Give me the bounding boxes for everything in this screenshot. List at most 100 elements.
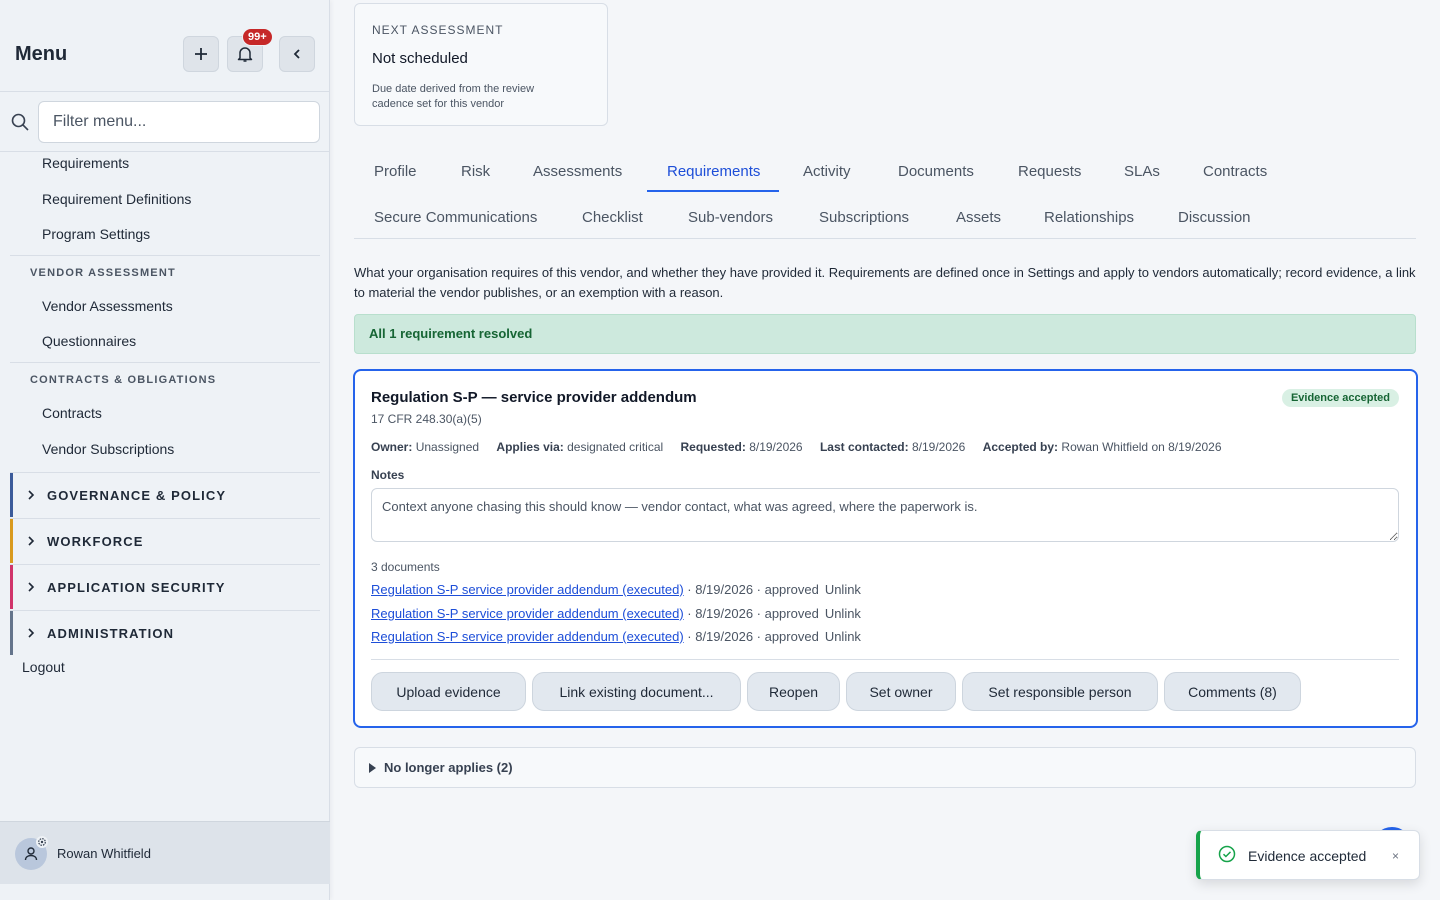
unlink-button[interactable]: Unlink [825, 606, 861, 621]
document-row: Regulation S-P service provider addendum… [371, 606, 861, 621]
document-row: Regulation S-P service provider addendum… [371, 629, 861, 644]
user-bar[interactable]: Rowan Whitfield [0, 821, 330, 884]
tab-profile[interactable]: Profile [374, 163, 417, 180]
divider [10, 255, 320, 256]
applies-label: Applies via: [496, 440, 564, 454]
document-row: Regulation S-P service provider addendum… [371, 582, 861, 597]
section-contracts-obligations: CONTRACTS & OBLIGATIONS [30, 374, 217, 386]
status-badge: Evidence accepted [1281, 389, 1399, 407]
no-longer-applies-label: No longer applies (2) [384, 760, 513, 775]
group-label: GOVERNANCE & POLICY [47, 487, 227, 503]
requirement-citation: 17 CFR 248.30(a)(5) [371, 412, 482, 426]
tab-discussion[interactable]: Discussion [1178, 209, 1251, 226]
document-link[interactable]: Regulation S-P service provider addendum… [371, 629, 684, 644]
tab-assets[interactable]: Assets [956, 209, 1001, 226]
add-button[interactable] [183, 36, 219, 72]
toast-message: Evidence accepted [1248, 848, 1367, 864]
notes-textarea[interactable] [371, 488, 1399, 542]
set-responsible-person-button[interactable]: Set responsible person [962, 672, 1158, 711]
search-icon [11, 113, 29, 131]
tab-secure-communications[interactable]: Secure Communications [374, 209, 537, 226]
accepted-value: Rowan Whitfield on 8/19/2026 [1061, 440, 1222, 454]
user-name: Rowan Whitfield [57, 846, 151, 861]
unlink-button[interactable]: Unlink [825, 582, 861, 597]
notes-label: Notes [371, 468, 405, 482]
plus-icon [195, 48, 207, 60]
document-link[interactable]: Regulation S-P service provider addendum… [371, 582, 684, 597]
group-label: ADMINISTRATION [47, 625, 175, 641]
comments-button[interactable]: Comments (8) [1164, 672, 1301, 711]
documents-count: 3 documents [371, 560, 440, 574]
menu-filter [0, 92, 330, 152]
requirement-meta: Owner: Unassigned Applies via: designate… [371, 440, 1236, 454]
sidebar-title: Menu [15, 43, 68, 65]
tab-sub-vendors[interactable]: Sub-vendors [688, 209, 773, 226]
bell-icon [237, 47, 253, 62]
contacted-value: 8/19/2026 [911, 440, 966, 454]
section-vendor-assessment: VENDOR ASSESSMENT [30, 267, 176, 279]
close-icon[interactable]: × [1392, 849, 1399, 863]
owner-label: Owner: [371, 440, 413, 454]
set-owner-button[interactable]: Set owner [846, 672, 956, 711]
tab-requirements[interactable]: Requirements [667, 163, 760, 180]
document-link[interactable]: Regulation S-P service provider addendum… [371, 606, 684, 621]
tab-contracts[interactable]: Contracts [1203, 163, 1267, 180]
sidebar-item-program-settings[interactable]: Program Settings [42, 226, 150, 242]
sidebar-item-contracts[interactable]: Contracts [42, 405, 102, 421]
group-workforce[interactable]: WORKFORCE [10, 519, 320, 563]
document-info: · 8/19/2026 · approved [683, 606, 819, 621]
requirements-description: What your organisation requires of this … [354, 265, 1416, 300]
disclosure-triangle-icon [369, 763, 376, 773]
gear-icon [36, 836, 48, 848]
requirement-title: Regulation S-P — service provider addend… [371, 389, 697, 406]
document-info: · 8/19/2026 · approved [683, 629, 819, 644]
upload-evidence-button[interactable]: Upload evidence [371, 672, 526, 711]
collapse-sidebar-button[interactable] [279, 36, 315, 72]
requirement-card: Regulation S-P — service provider addend… [353, 369, 1418, 728]
group-label: APPLICATION SECURITY [47, 579, 226, 595]
tab-documents[interactable]: Documents [898, 163, 974, 180]
sidebar-item-questionnaires[interactable]: Questionnaires [42, 333, 136, 349]
next-assessment-card: NEXT ASSESSMENT Not scheduled Due date d… [354, 3, 608, 126]
no-longer-applies-toggle[interactable]: No longer applies (2) [354, 747, 1416, 788]
group-governance-policy[interactable]: GOVERNANCE & POLICY [10, 473, 320, 517]
next-assessment-note: Due date derived from the review cadence… [372, 83, 535, 110]
sidebar-item-requirement-definitions[interactable]: Requirement Definitions [42, 191, 191, 207]
resolved-banner-text: All 1 requirement resolved [369, 326, 533, 341]
chevron-right-icon [27, 582, 41, 592]
tab-activity[interactable]: Activity [803, 163, 851, 180]
sidebar-header: Menu 99+ [0, 0, 330, 92]
reopen-button[interactable]: Reopen [747, 672, 840, 711]
toast-notification: Evidence accepted × [1196, 830, 1420, 880]
divider [10, 362, 320, 363]
tabs-divider [354, 238, 1416, 239]
sidebar-item-vendor-subscriptions[interactable]: Vendor Subscriptions [42, 441, 174, 457]
divider [371, 659, 1399, 660]
chevron-left-icon [293, 49, 300, 59]
next-assessment-label: NEXT ASSESSMENT [372, 23, 504, 37]
tab-relationships[interactable]: Relationships [1044, 209, 1134, 226]
logout-link[interactable]: Logout [22, 659, 65, 675]
group-application-security[interactable]: APPLICATION SECURITY [10, 565, 320, 609]
tab-assessments[interactable]: Assessments [533, 163, 622, 180]
unlink-button[interactable]: Unlink [825, 629, 861, 644]
sidebar-item-vendor-assessments[interactable]: Vendor Assessments [42, 298, 173, 314]
tab-checklist[interactable]: Checklist [582, 209, 643, 226]
next-assessment-value: Not scheduled [372, 50, 468, 67]
requested-value: 8/19/2026 [749, 440, 803, 454]
tab-requests[interactable]: Requests [1018, 163, 1081, 180]
contacted-label: Last contacted: [819, 440, 909, 454]
sidebar-item-requirements[interactable]: Requirements [42, 155, 129, 171]
active-tab-indicator [647, 190, 779, 192]
tab-subscriptions[interactable]: Subscriptions [819, 209, 909, 226]
resolved-banner: All 1 requirement resolved [354, 314, 1416, 354]
tab-risk[interactable]: Risk [461, 163, 490, 180]
chevron-right-icon [27, 536, 41, 546]
filter-menu-input[interactable] [38, 101, 320, 143]
link-existing-document-button[interactable]: Link existing document... [532, 672, 741, 711]
tab-slas[interactable]: SLAs [1124, 163, 1160, 180]
applies-value: designated critical [567, 440, 664, 454]
notification-badge: 99+ [242, 28, 273, 46]
accepted-label: Accepted by: [982, 440, 1059, 454]
group-administration[interactable]: ADMINISTRATION [10, 611, 320, 655]
